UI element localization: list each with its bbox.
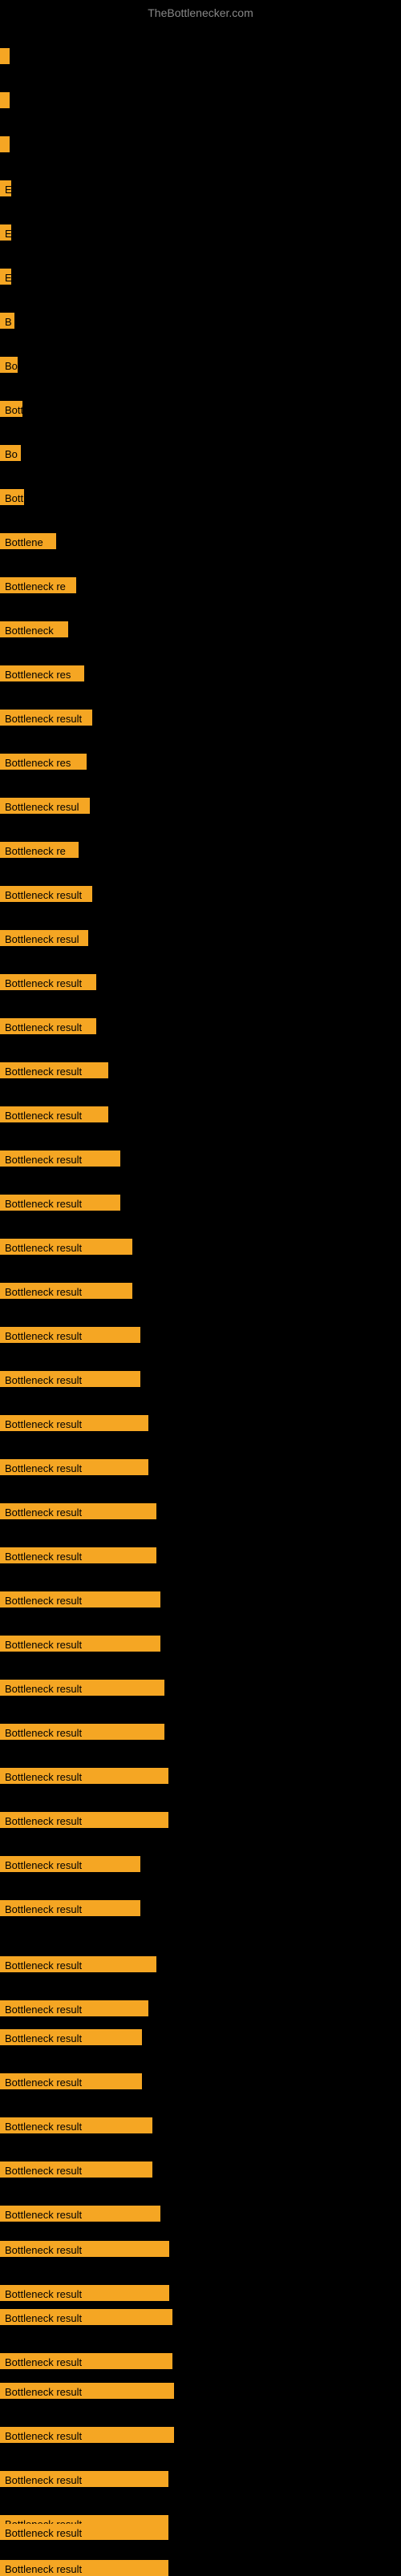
bottleneck-result-item: Bottleneck result: [0, 2241, 169, 2257]
bottleneck-result-item: Bottleneck result: [0, 1327, 140, 1343]
bottleneck-result-item: Bottleneck result: [0, 1900, 140, 1916]
bottleneck-result-item: Bottleneck resul: [0, 930, 88, 946]
bottleneck-result-item: Bo: [0, 357, 18, 373]
bottleneck-result-item: Bottleneck re: [0, 577, 76, 593]
bottleneck-result-item: Bottleneck result: [0, 1956, 156, 1972]
bottleneck-result-item: Bottleneck result: [0, 1371, 140, 1387]
bottleneck-result-item: Bottleneck result: [0, 1768, 168, 1784]
bottleneck-result-item: Bottleneck result: [0, 2427, 174, 2443]
bottleneck-result-item: Bottleneck result: [0, 1724, 164, 1740]
bottleneck-result-item: Bottleneck result: [0, 2560, 168, 2576]
bottleneck-result-item: Bottleneck result: [0, 2309, 172, 2325]
bottleneck-result-item: Bottleneck: [0, 621, 68, 637]
bottleneck-result-item: Bottleneck result: [0, 2117, 152, 2133]
bottleneck-result-item: Bottleneck result: [0, 1062, 108, 1078]
bottleneck-result-item: Bottleneck result: [0, 1591, 160, 1607]
bottleneck-result-item: Bottleneck result: [0, 886, 92, 902]
bottleneck-result-item: Bottleneck re: [0, 842, 79, 858]
bottleneck-result-item: Bottleneck result: [0, 2471, 168, 2487]
bottleneck-result-item: Bottleneck resul: [0, 798, 90, 814]
bottleneck-result-item: [0, 136, 10, 152]
bottleneck-result-item: Bott: [0, 401, 22, 417]
bottleneck-result-item: Bottleneck result: [0, 1503, 156, 1519]
bottleneck-result-item: Bottleneck res: [0, 665, 84, 681]
bottleneck-result-item: Bo: [0, 445, 21, 461]
bottleneck-result-item: Bottleneck result: [0, 2524, 168, 2540]
bottleneck-result-item: Bottleneck result: [0, 1195, 120, 1211]
bottleneck-result-item: Bottleneck result: [0, 974, 96, 990]
bottleneck-result-item: Bottleneck result: [0, 1680, 164, 1696]
bottleneck-result-item: Bottleneck result: [0, 1547, 156, 1563]
bottleneck-result-item: [0, 92, 10, 108]
bottleneck-result-item: Bottlene: [0, 533, 56, 549]
bottleneck-result-item: E: [0, 224, 11, 241]
bottleneck-result-item: Bott: [0, 489, 24, 505]
bottleneck-result-item: Bottleneck result: [0, 2353, 172, 2369]
bottleneck-result-item: Bottleneck result: [0, 1812, 168, 1828]
bottleneck-result-item: Bottleneck result: [0, 1459, 148, 1475]
bottleneck-result-item: Bottleneck result: [0, 1106, 108, 1122]
site-title: TheBottlenecker.com: [148, 6, 253, 19]
bottleneck-result-item: Bottleneck result: [0, 710, 92, 726]
bottleneck-result-item: Bottleneck result: [0, 2383, 174, 2399]
bottleneck-result-item: Bottleneck result: [0, 2206, 160, 2222]
bottleneck-result-item: Bottleneck res: [0, 754, 87, 770]
bottleneck-result-item: Bottleneck result: [0, 2073, 142, 2089]
bottleneck-result-item: Bottleneck result: [0, 2029, 142, 2045]
bottleneck-result-item: [0, 48, 10, 64]
bottleneck-result-item: E: [0, 269, 11, 285]
bottleneck-result-item: Bottleneck result: [0, 2000, 148, 2016]
bottleneck-result-item: Bottleneck result: [0, 2161, 152, 2178]
bottleneck-result-item: Bottleneck result: [0, 1415, 148, 1431]
bottleneck-result-item: Bottleneck result: [0, 2285, 169, 2301]
bottleneck-result-item: Bottleneck result: [0, 1636, 160, 1652]
bottleneck-result-item: Bottleneck result: [0, 1151, 120, 1167]
bottleneck-result-item: Bottleneck result: [0, 1856, 140, 1872]
bottleneck-result-item: E: [0, 180, 11, 196]
bottleneck-result-item: B: [0, 313, 14, 329]
bottleneck-result-item: Bottleneck result: [0, 1283, 132, 1299]
bottleneck-result-item: Bottleneck result: [0, 1018, 96, 1034]
bottleneck-result-item: Bottleneck result: [0, 1239, 132, 1255]
